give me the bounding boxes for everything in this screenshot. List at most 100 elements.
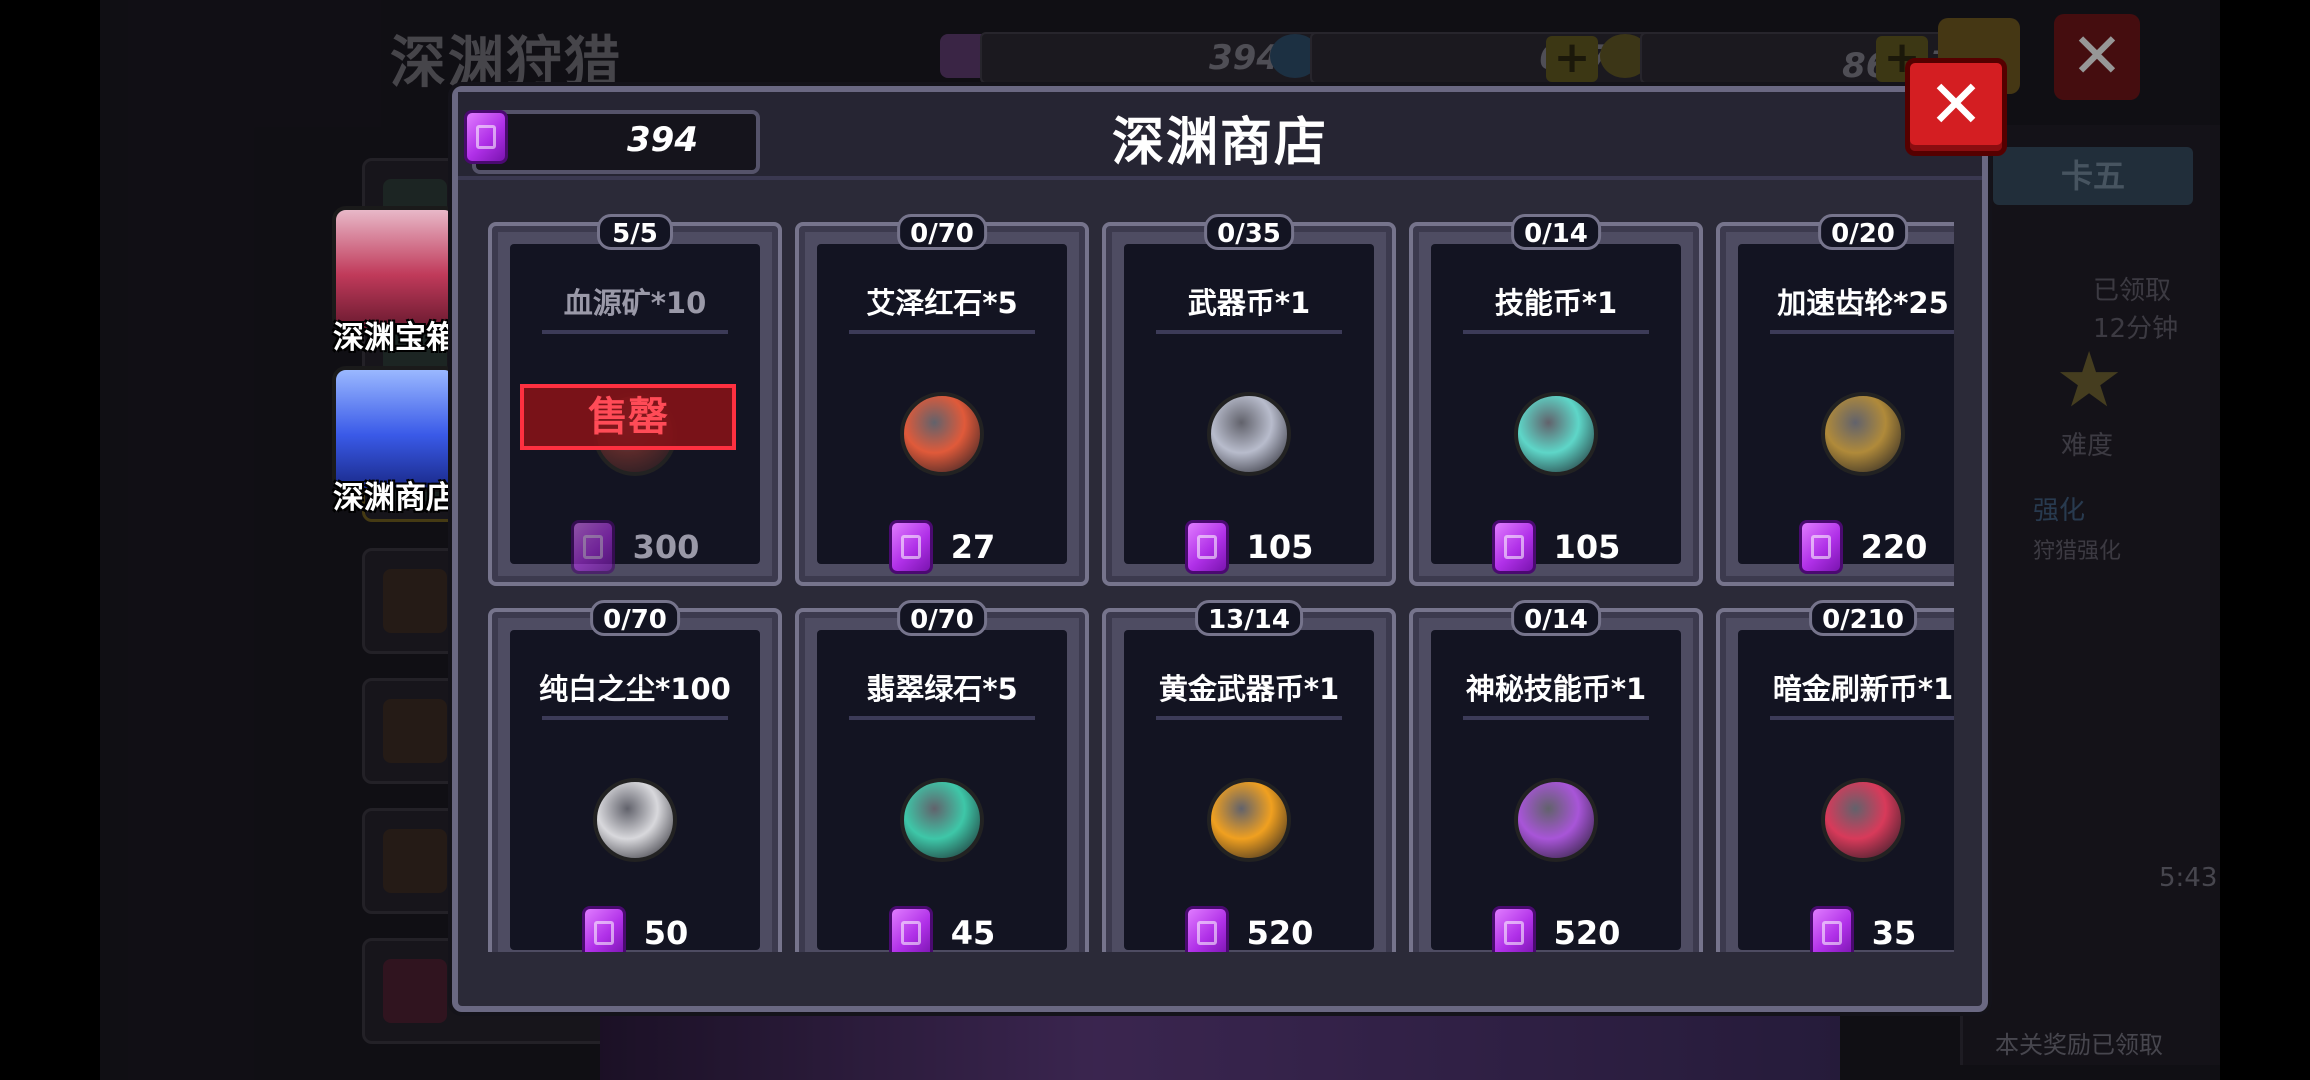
shop-item-card[interactable]: 暗金刷新币*1 35 0/210: [1716, 600, 1954, 952]
card-divider: [849, 716, 1035, 720]
white-dust-icon: [593, 778, 677, 862]
item-price: 300: [510, 520, 760, 574]
card-divider: [1156, 330, 1342, 334]
item-name: 艾泽红石*5: [866, 286, 1018, 320]
purchase-limit-badge: 0/70: [897, 600, 987, 636]
purchase-limit-badge: 0/14: [1511, 214, 1601, 250]
green-stone-icon: [900, 778, 984, 862]
card-divider: [1770, 716, 1954, 720]
purple-gem-icon: [1184, 906, 1229, 952]
abyss-shop-entry[interactable]: 深渊商店: [330, 366, 460, 517]
abyss-shop-label: 深渊商店: [333, 480, 457, 516]
card-inner: 技能币*1 105: [1431, 244, 1681, 574]
purple-gem-icon: [1184, 520, 1229, 574]
card-inner: 暗金刷新币*1 35: [1738, 630, 1954, 952]
purchase-limit-badge: 13/14: [1195, 600, 1303, 636]
purchase-limit-badge: 0/35: [1204, 214, 1294, 250]
item-name: 黄金武器币*1: [1158, 672, 1340, 706]
item-price: 35: [1738, 906, 1954, 952]
card-inner: 加速齿轮*25 220: [1738, 244, 1954, 574]
close-button[interactable]: ✕: [1905, 58, 2007, 156]
purchase-limit-badge: 5/5: [597, 214, 673, 250]
shop-item-grid[interactable]: 血源矿*10 300 售罄 5/5 艾泽红石*5 27 0/70 武器币*1 105 0/35 技能…: [488, 212, 1954, 952]
item-price: 105: [1431, 520, 1681, 574]
price-value: 35: [1871, 914, 1917, 952]
item-price: 27: [817, 520, 1067, 574]
shop-item-card[interactable]: 技能币*1 105 0/14: [1409, 214, 1703, 586]
price-value: 105: [1246, 528, 1314, 566]
card-inner: 艾泽红石*5 27: [817, 244, 1067, 574]
card-divider: [542, 330, 728, 334]
card-divider: [1770, 330, 1954, 334]
speed-gear-icon: [1821, 392, 1905, 476]
purchase-limit-badge: 0/210: [1809, 600, 1917, 636]
modal-title: 深渊商店: [1111, 113, 1328, 173]
sold-out-stamp: 售罄: [520, 384, 736, 450]
card-inner: 纯白之尘*100 50: [510, 630, 760, 952]
card-inner: 翡翠绿石*5 45: [817, 630, 1067, 952]
price-value: 300: [632, 528, 700, 566]
skill-coin-icon: [1514, 392, 1598, 476]
shop-item-card[interactable]: 血源矿*10 300 售罄 5/5: [488, 214, 782, 586]
shop-item-card[interactable]: 艾泽红石*5 27 0/70: [795, 214, 1089, 586]
card-divider: [542, 716, 728, 720]
item-price: 520: [1124, 906, 1374, 952]
item-name: 翡翠绿石*5: [866, 672, 1018, 706]
red-stone-icon: [900, 392, 984, 476]
price-value: 45: [950, 914, 996, 952]
abyss-shop-modal: 394 深渊商店 血源矿*10 300 售罄 5/5 艾泽红石*5 27 0/70 武器币*1…: [452, 86, 1988, 1012]
item-name: 加速齿轮*25: [1777, 286, 1949, 320]
shop-item-card[interactable]: 神秘技能币*1 520 0/14: [1409, 600, 1703, 952]
card-divider: [1156, 716, 1342, 720]
purple-gem-icon: [888, 520, 933, 574]
price-value: 520: [1553, 914, 1621, 952]
close-icon: ✕: [1928, 66, 1984, 143]
item-name: 武器币*1: [1187, 286, 1311, 320]
abyss-chest-label: 深渊宝箱: [333, 320, 457, 356]
price-value: 50: [643, 914, 689, 952]
card-divider: [1463, 716, 1649, 720]
item-name: 纯白之尘*100: [539, 672, 731, 706]
shop-item-card[interactable]: 加速齿轮*25 220 0/20: [1716, 214, 1954, 586]
price-value: 220: [1860, 528, 1928, 566]
shop-item-card[interactable]: 黄金武器币*1 520 13/14: [1102, 600, 1396, 952]
purple-gem-icon: [888, 906, 933, 952]
shop-item-card[interactable]: 翡翠绿石*5 45 0/70: [795, 600, 1089, 952]
purchase-limit-badge: 0/14: [1511, 600, 1601, 636]
price-value: 27: [950, 528, 996, 566]
abyss-chest-entry[interactable]: 深渊宝箱: [330, 206, 460, 357]
item-name: 血源矿*10: [563, 286, 707, 320]
modal-header: 394 深渊商店: [458, 92, 1982, 180]
purchase-limit-badge: 0/70: [897, 214, 987, 250]
item-price: 220: [1738, 520, 1954, 574]
card-inner: 武器币*1 105: [1124, 244, 1374, 574]
card-inner: 黄金武器币*1 520: [1124, 630, 1374, 952]
card-divider: [1463, 330, 1649, 334]
dark-gold-refresh-coin-icon: [1821, 778, 1905, 862]
item-name: 暗金刷新币*1: [1772, 672, 1954, 706]
item-price: 45: [817, 906, 1067, 952]
mystic-skill-coin-icon: [1514, 778, 1598, 862]
card-divider: [849, 330, 1035, 334]
item-name: 技能币*1: [1494, 286, 1618, 320]
purchase-limit-badge: 0/20: [1818, 214, 1908, 250]
item-price: 105: [1124, 520, 1374, 574]
card-inner: 神秘技能币*1 520: [1431, 630, 1681, 952]
purple-gem-icon: [570, 520, 615, 574]
item-price: 520: [1431, 906, 1681, 952]
purple-gem-icon: [581, 906, 626, 952]
price-value: 520: [1246, 914, 1314, 952]
gold-weapon-coin-icon: [1207, 778, 1291, 862]
purple-gem-icon: [1798, 520, 1843, 574]
item-price: 50: [510, 906, 760, 952]
purple-gem-icon: [1491, 906, 1536, 952]
price-value: 105: [1553, 528, 1621, 566]
item-name: 神秘技能币*1: [1465, 672, 1647, 706]
weapon-coin-icon: [1207, 392, 1291, 476]
purple-gem-icon: [1809, 906, 1854, 952]
shop-item-card[interactable]: 纯白之尘*100 50 0/70: [488, 600, 782, 952]
shop-item-card[interactable]: 武器币*1 105 0/35: [1102, 214, 1396, 586]
purple-gem-icon: [1491, 520, 1536, 574]
purchase-limit-badge: 0/70: [590, 600, 680, 636]
card-inner: 血源矿*10 300 售罄: [510, 244, 760, 574]
